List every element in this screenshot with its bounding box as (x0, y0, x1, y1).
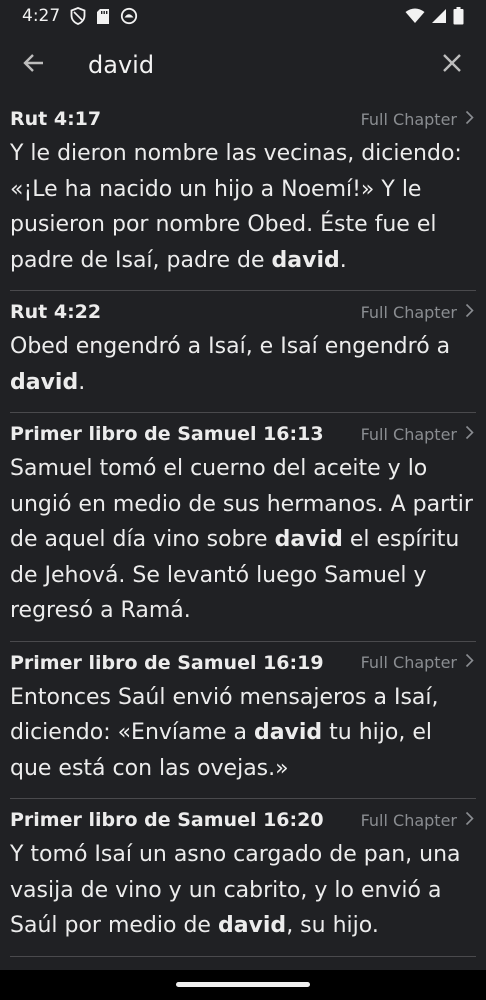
search-results-list[interactable]: Rut 4:17 Full Chapter Y le dieron nombre… (0, 98, 486, 970)
shield-icon (70, 7, 86, 25)
verse-text: Y le dieron nombre las vecinas, diciendo… (10, 136, 476, 278)
verse-reference: Rut 4:22 (10, 301, 102, 323)
verse-text: Samuel tomó el cuerno del aceite y lo un… (10, 451, 476, 629)
gesture-handle[interactable] (176, 982, 310, 987)
search-result-item[interactable]: Rut 4:22 Full Chapter Obed engendró a Is… (10, 291, 476, 413)
verse-segment: , su hijo. (286, 913, 379, 938)
verse-text: Entonces Saúl envió mensajeros a Isaí, d… (10, 680, 476, 787)
result-header: Primer libro de Samuel 16:13 Full Chapte… (10, 419, 476, 449)
result-header: Rut 4:17 Full Chapter (10, 104, 476, 134)
app-screen: 4:27 david Rut 4:17 Full Chapter Y le di… (0, 0, 486, 1000)
back-button[interactable] (18, 49, 50, 81)
verse-reference: Primer libro de Samuel 16:19 (10, 651, 324, 674)
clear-search-button[interactable] (436, 49, 468, 81)
result-header: Rut 4:22 Full Chapter (10, 297, 476, 327)
search-result-item[interactable]: Primer libro de Samuel 16:19 Full Chapte… (10, 642, 476, 799)
full-chapter-link[interactable]: Full Chapter (361, 648, 474, 678)
full-chapter-link[interactable]: Full Chapter (361, 104, 474, 134)
status-time: 4:27 (22, 6, 61, 26)
wifi-icon (405, 8, 425, 24)
verse-text: Obed engendró a Isaí, e Isaí engendró a … (10, 329, 476, 400)
result-header: Primer libro de Samuel 16:19 Full Chapte… (10, 648, 476, 678)
full-chapter-link[interactable]: Full Chapter (361, 805, 474, 835)
search-result-item[interactable]: Primer libro de Samuel 16:13 Full Chapte… (10, 413, 476, 642)
full-chapter-label: Full Chapter (360, 424, 457, 444)
chevron-right-icon (465, 425, 474, 444)
verse-segment: . (78, 369, 86, 395)
highlighted-match: david (217, 913, 287, 938)
full-chapter-label: Full Chapter (360, 653, 457, 672)
verse-segment: Obed engendró a Isaí, e Isaí engendró a (10, 334, 451, 359)
highlighted-match: david (274, 527, 343, 552)
verse-text: Y tomó Isaí un asno cargado de pan, una … (10, 837, 476, 944)
chevron-right-icon (465, 653, 474, 672)
result-header: Primer libro de Samuel 16:20 Full Chapte… (10, 805, 476, 835)
full-chapter-label: Full Chapter (360, 302, 457, 322)
signal-icon (431, 8, 447, 24)
verse-reference: Primer libro de Samuel 16:13 (10, 423, 324, 445)
app-notification-icon (120, 7, 138, 25)
full-chapter-link[interactable]: Full Chapter (361, 419, 474, 449)
search-result-item[interactable]: Primer libro de Samuel 16:20 Full Chapte… (10, 799, 476, 957)
search-input[interactable] (88, 46, 418, 84)
full-chapter-link[interactable]: Full Chapter (361, 297, 474, 327)
highlighted-match: david (253, 720, 323, 745)
chevron-right-icon (465, 303, 474, 322)
highlighted-match: david (271, 247, 340, 273)
verse-reference: Rut 4:17 (10, 108, 102, 130)
status-left: 4:27 (22, 6, 138, 26)
status-bar: 4:27 (0, 0, 486, 32)
search-toolbar (0, 32, 486, 98)
full-chapter-label: Full Chapter (360, 109, 457, 129)
arrow-left-icon (22, 51, 46, 79)
full-chapter-label: Full Chapter (360, 810, 457, 830)
navigation-bar (0, 970, 486, 1000)
search-result-item[interactable]: Rut 4:17 Full Chapter Y le dieron nombre… (10, 98, 476, 291)
status-right (405, 7, 464, 25)
battery-icon (453, 7, 464, 25)
chevron-right-icon (465, 110, 474, 129)
close-icon (441, 52, 463, 78)
verse-segment: Y le dieron nombre las vecinas, diciendo… (10, 141, 462, 273)
sd-card-icon (96, 8, 110, 25)
verse-segment: . (339, 247, 347, 273)
highlighted-match: david (10, 369, 79, 395)
chevron-right-icon (465, 811, 474, 830)
verse-reference: Primer libro de Samuel 16:20 (10, 809, 324, 831)
